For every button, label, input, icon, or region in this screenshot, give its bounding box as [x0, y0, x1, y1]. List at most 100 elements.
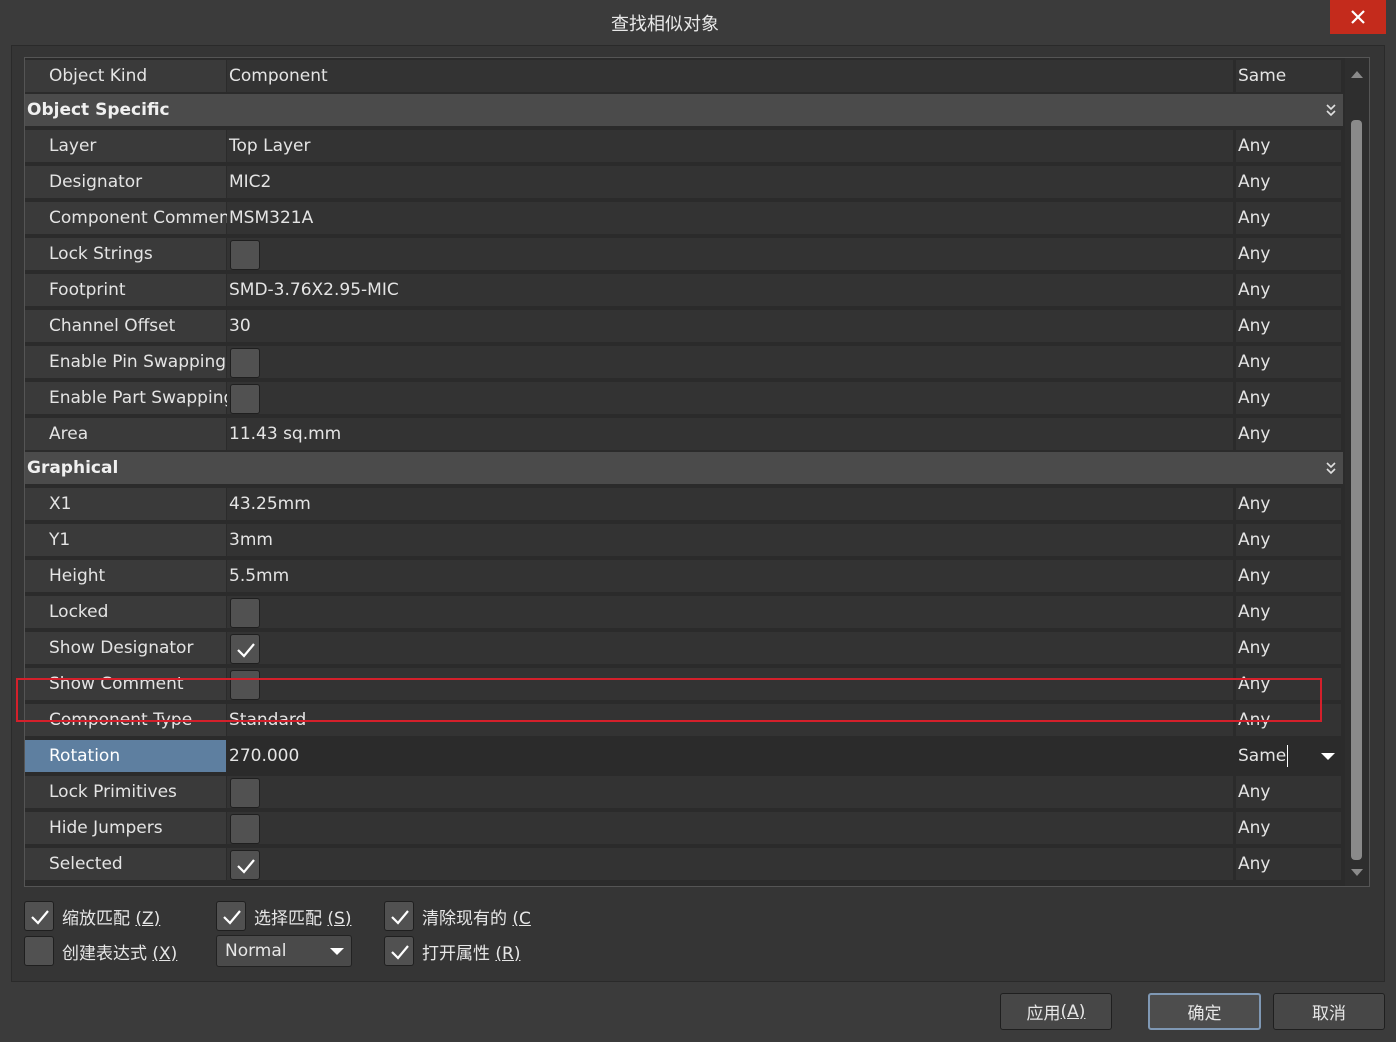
property-row-component-comment[interactable]: Component Comment MSM321A Any [25, 200, 1341, 236]
channel-offset-match[interactable]: Any [1236, 310, 1341, 342]
enable-part-swapping-value[interactable] [227, 382, 1233, 414]
footprint-label: Footprint [25, 274, 226, 306]
property-row-channel-offset[interactable]: Channel Offset 30 Any [25, 308, 1341, 344]
show-comment-checkbox[interactable] [230, 670, 260, 700]
enable-pin-swapping-checkbox[interactable] [230, 348, 260, 378]
apply-button[interactable]: 应用 (A) [1000, 993, 1112, 1030]
clear-existing-option[interactable]: 清除现有的 (C [384, 900, 531, 932]
show-designator-match[interactable]: Any [1236, 632, 1341, 664]
mask-mode-select[interactable]: Normal [216, 935, 352, 967]
property-row-lock-strings[interactable]: Lock Strings Any [25, 236, 1341, 272]
locked-value[interactable] [227, 596, 1233, 628]
lock-strings-match[interactable]: Any [1236, 238, 1341, 270]
rotation-value[interactable]: 270.000 [227, 740, 1233, 772]
close-button[interactable] [1330, 0, 1386, 34]
designator-match[interactable]: Any [1236, 166, 1341, 198]
collapse-icon[interactable] [1325, 103, 1337, 117]
show-comment-match[interactable]: Any [1236, 668, 1341, 700]
property-row-object-kind[interactable]: Object Kind Component Same [25, 58, 1341, 94]
scroll-up-icon[interactable] [1350, 70, 1364, 79]
property-row-locked[interactable]: Locked Any [25, 594, 1341, 630]
selected-value[interactable] [227, 848, 1233, 880]
vertical-scrollbar[interactable] [1345, 58, 1369, 886]
property-row-rotation[interactable]: Rotation 270.000 Same [25, 738, 1341, 774]
open-properties-option[interactable]: 打开属性 (R) [384, 935, 520, 967]
property-row-footprint[interactable]: Footprint SMD-3.76X2.95-MIC Any [25, 272, 1341, 308]
property-row-enable-part-swapping[interactable]: Enable Part Swapping Any [25, 380, 1341, 416]
property-row-hide-jumpers[interactable]: Hide Jumpers Any [25, 810, 1341, 846]
text-caret [1287, 745, 1289, 767]
locked-match[interactable]: Any [1236, 596, 1341, 628]
open-properties-checkbox[interactable] [384, 936, 414, 966]
area-match[interactable]: Any [1236, 418, 1341, 450]
object-kind-value[interactable]: Component [227, 60, 1233, 92]
footprint-match[interactable]: Any [1236, 274, 1341, 306]
layer-match[interactable]: Any [1236, 130, 1341, 162]
create-expression-option[interactable]: 创建表达式 (X) [24, 935, 177, 967]
component-comment-value[interactable]: MSM321A [227, 202, 1233, 234]
section-header-object-specific[interactable]: Object Specific [25, 94, 1343, 126]
property-row-component-type[interactable]: Component Type Standard Any [25, 702, 1341, 738]
property-row-height[interactable]: Height 5.5mm Any [25, 558, 1341, 594]
cancel-button[interactable]: 取消 [1273, 993, 1385, 1030]
lock-strings-checkbox[interactable] [230, 240, 260, 270]
y1-match[interactable]: Any [1236, 524, 1341, 556]
show-comment-value[interactable] [227, 668, 1233, 700]
collapse-icon[interactable] [1325, 461, 1337, 475]
property-row-selected[interactable]: Selected Any [25, 846, 1341, 882]
enable-pin-swapping-value[interactable] [227, 346, 1233, 378]
clear-existing-checkbox[interactable] [384, 901, 414, 931]
hide-jumpers-match[interactable]: Any [1236, 812, 1341, 844]
show-designator-checkbox[interactable] [230, 634, 260, 664]
ok-button[interactable]: 确定 [1148, 993, 1261, 1030]
scroll-down-icon[interactable] [1350, 868, 1364, 877]
lock-primitives-match[interactable]: Any [1236, 776, 1341, 808]
zoom-matching-checkbox[interactable] [24, 901, 54, 931]
component-type-match[interactable]: Any [1236, 704, 1341, 736]
create-expression-checkbox[interactable] [24, 936, 54, 966]
hide-jumpers-value[interactable] [227, 812, 1233, 844]
enable-pin-swapping-match[interactable]: Any [1236, 346, 1341, 378]
component-comment-match[interactable]: Any [1236, 202, 1341, 234]
chevron-down-icon [330, 948, 344, 955]
footprint-value[interactable]: SMD-3.76X2.95-MIC [227, 274, 1233, 306]
locked-checkbox[interactable] [230, 598, 260, 628]
property-row-show-designator[interactable]: Show Designator Any [25, 630, 1341, 666]
section-header-graphical[interactable]: Graphical [25, 452, 1343, 484]
zoom-matching-option[interactable]: 缩放匹配 (Z) [24, 900, 160, 932]
property-row-layer[interactable]: Layer Top Layer Any [25, 128, 1341, 164]
hide-jumpers-checkbox[interactable] [230, 814, 260, 844]
lock-primitives-checkbox[interactable] [230, 778, 260, 808]
selected-match[interactable]: Any [1236, 848, 1341, 880]
scroll-thumb[interactable] [1351, 120, 1362, 860]
property-row-enable-pin-swapping[interactable]: Enable Pin Swapping Any [25, 344, 1341, 380]
x1-value[interactable]: 43.25mm [227, 488, 1233, 520]
area-value[interactable]: 11.43 sq.mm [227, 418, 1233, 450]
selected-checkbox[interactable] [230, 850, 260, 880]
y1-value[interactable]: 3mm [227, 524, 1233, 556]
property-row-area[interactable]: Area 11.43 sq.mm Any [25, 416, 1341, 452]
enable-part-swapping-checkbox[interactable] [230, 384, 260, 414]
dropdown-arrow-icon[interactable] [1320, 752, 1336, 761]
property-row-designator[interactable]: Designator MIC2 Any [25, 164, 1341, 200]
object-kind-match[interactable]: Same [1236, 60, 1341, 92]
lock-strings-value[interactable] [227, 238, 1233, 270]
property-row-y1[interactable]: Y1 3mm Any [25, 522, 1341, 558]
height-value[interactable]: 5.5mm [227, 560, 1233, 592]
property-row-lock-primitives[interactable]: Lock Primitives Any [25, 774, 1341, 810]
mask-mode-value: Normal [225, 941, 287, 961]
lock-primitives-value[interactable] [227, 776, 1233, 808]
show-designator-value[interactable] [227, 632, 1233, 664]
select-matching-option[interactable]: 选择匹配 (S) [216, 900, 351, 932]
designator-value[interactable]: MIC2 [227, 166, 1233, 198]
property-row-x1[interactable]: X1 43.25mm Any [25, 486, 1341, 522]
component-type-value[interactable]: Standard [227, 704, 1233, 736]
channel-offset-value[interactable]: 30 [227, 310, 1233, 342]
checkmark-icon [391, 910, 409, 925]
height-match[interactable]: Any [1236, 560, 1341, 592]
layer-value[interactable]: Top Layer [227, 130, 1233, 162]
property-row-show-comment[interactable]: Show Comment Any [25, 666, 1341, 702]
select-matching-checkbox[interactable] [216, 901, 246, 931]
enable-part-swapping-match[interactable]: Any [1236, 382, 1341, 414]
x1-match[interactable]: Any [1236, 488, 1341, 520]
